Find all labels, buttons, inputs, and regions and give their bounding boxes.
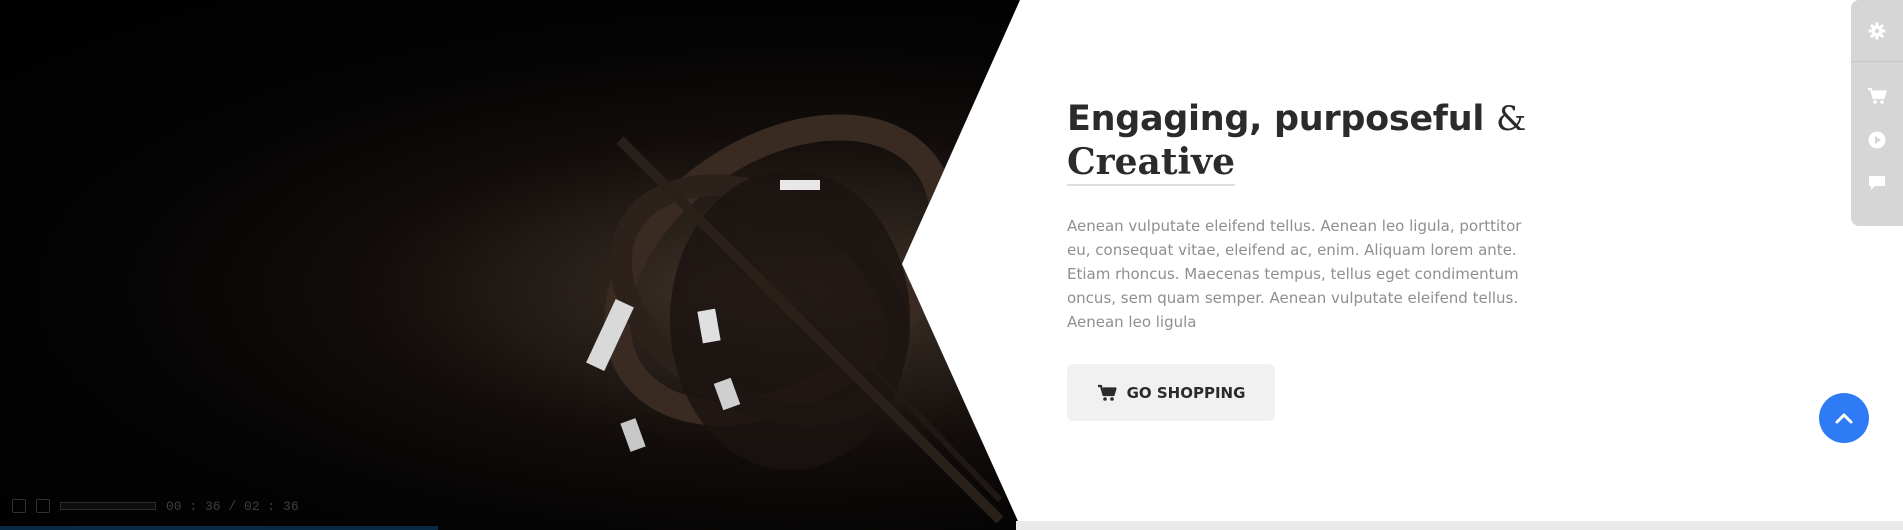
play-icon [1868, 131, 1886, 149]
gear-icon [1868, 22, 1886, 39]
cart-icon [1868, 87, 1887, 104]
hero-heading-script: Creative [1067, 140, 1235, 186]
hero-heading-bold: Engaging, purposeful [1067, 99, 1485, 139]
hero-heading-amp: & [1495, 99, 1526, 139]
side-comment-button[interactable] [1851, 163, 1903, 203]
video-seek-bar[interactable] [60, 502, 156, 510]
comment-icon [1869, 176, 1885, 190]
side-play-button[interactable] [1851, 120, 1903, 160]
video-controls: 00 : 36 / 02 : 36 [12, 498, 299, 514]
section-divider [1016, 521, 1903, 530]
stop-button[interactable] [36, 499, 50, 513]
video-time: 00 : 36 / 02 : 36 [166, 498, 299, 514]
side-panel [1851, 0, 1903, 226]
hero-description: Aenean vulputate eleifend tellus. Aenean… [1067, 217, 1522, 331]
hero-heading: Engaging, purposeful & [1067, 98, 1537, 140]
back-to-top-button[interactable] [1819, 393, 1869, 443]
go-shopping-label: GO SHOPPING [1126, 383, 1246, 402]
settings-button[interactable] [1851, 0, 1903, 62]
play-pause-button[interactable] [12, 499, 26, 513]
hero-content: Engaging, purposeful & Creative Aenean v… [1067, 98, 1537, 421]
chevron-up-icon [1835, 413, 1853, 424]
go-shopping-button[interactable]: GO SHOPPING [1067, 364, 1275, 421]
video-frame-image [586, 114, 1004, 524]
cart-icon [1097, 384, 1117, 401]
background-video[interactable]: 00 : 36 / 02 : 36 [0, 0, 1022, 530]
video-progress-bar[interactable] [0, 526, 438, 530]
side-cart-button[interactable] [1851, 76, 1903, 116]
